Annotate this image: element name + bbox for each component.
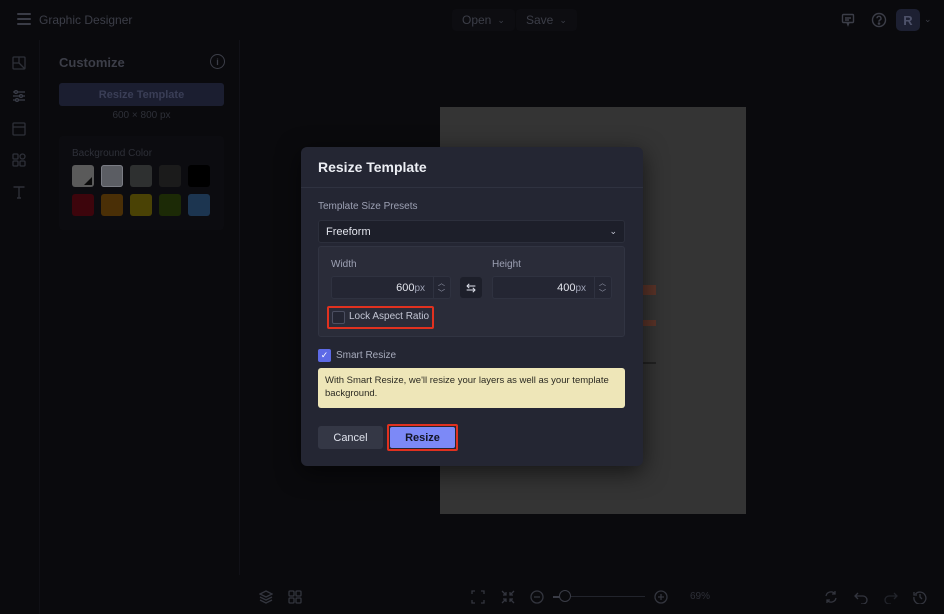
cancel-button[interactable]: Cancel — [318, 426, 383, 449]
undo-icon[interactable] — [853, 589, 869, 605]
comments-icon[interactable] — [839, 11, 857, 29]
grid-icon[interactable] — [287, 589, 303, 605]
user-avatar[interactable]: R — [896, 9, 920, 31]
sync-icon[interactable] — [823, 589, 839, 605]
history-icon[interactable] — [912, 589, 928, 605]
layout-icon[interactable] — [12, 122, 28, 138]
artwork-fragment — [643, 320, 656, 326]
width-unit: px — [414, 283, 425, 294]
top-bar: Graphic Designer Open ⌄ Save ⌄ R ⌄ — [0, 0, 944, 40]
preset-value: Freeform — [326, 226, 371, 238]
resize-button[interactable]: Resize — [390, 427, 455, 448]
app-title: Graphic Designer — [39, 13, 133, 27]
width-stepper[interactable]: ︿ ﹀ — [433, 277, 450, 298]
color-swatch-dark-gray[interactable] — [159, 165, 181, 187]
width-label: Width — [331, 259, 357, 270]
resize-template-dialog: Resize Template Template Size Presets Fr… — [301, 147, 643, 466]
text-icon[interactable] — [12, 185, 28, 201]
artwork-fragment — [643, 362, 656, 364]
panel-title: Customize — [59, 55, 125, 70]
app-root: Graphic Designer Open ⌄ Save ⌄ R ⌄ Custo… — [0, 0, 944, 614]
step-up-icon[interactable]: ︿ — [599, 278, 606, 288]
lock-aspect-ratio-checkbox[interactable] — [332, 311, 345, 324]
presets-label: Template Size Presets — [318, 201, 418, 212]
step-up-icon[interactable]: ︿ — [438, 278, 445, 288]
lock-aspect-ratio-highlight: Lock Aspect Ratio — [327, 306, 434, 329]
color-swatch-gray[interactable] — [130, 165, 152, 187]
resize-button-highlight: Resize — [387, 424, 458, 451]
step-down-icon[interactable]: ﹀ — [438, 288, 445, 298]
color-swatch-green[interactable] — [159, 194, 181, 216]
template-dimensions: 600 × 800 px — [112, 110, 171, 121]
size-fields-box: Width Height 600px ︿ ﹀ ⇆ 400px ︿ ﹀ Lock … — [318, 246, 625, 337]
hamburger-menu-icon[interactable] — [17, 13, 31, 25]
chevron-down-icon: ⌄ — [497, 14, 505, 25]
artwork-fragment — [643, 285, 656, 295]
zoom-out-icon[interactable] — [529, 589, 545, 605]
height-stepper[interactable]: ︿ ﹀ — [594, 277, 611, 298]
help-icon[interactable] — [870, 11, 888, 29]
info-icon[interactable]: i — [210, 54, 225, 69]
left-rail — [0, 40, 40, 614]
height-input[interactable]: 400px ︿ ﹀ — [492, 276, 612, 299]
smart-resize-label[interactable]: Smart Resize — [336, 350, 396, 361]
dialog-header: Resize Template — [301, 147, 643, 188]
smart-resize-note: With Smart Resize, we'll resize your lay… — [318, 368, 625, 408]
redo-icon[interactable] — [883, 589, 899, 605]
chevron-down-icon[interactable]: ⌄ — [924, 14, 932, 25]
open-menu-label: Open — [462, 13, 492, 27]
shrink-icon[interactable] — [500, 589, 516, 605]
smart-resize-checkbox[interactable]: ✓ — [318, 349, 331, 362]
chevron-down-icon: ⌄ — [559, 14, 567, 25]
chevron-down-icon: ⌄ — [609, 226, 617, 236]
templates-icon[interactable] — [12, 56, 28, 72]
save-menu-button[interactable]: Save ⌄ — [516, 9, 577, 31]
color-swatch-custom[interactable] — [72, 165, 94, 187]
color-swatch-black[interactable] — [188, 165, 210, 187]
height-unit: px — [575, 283, 586, 294]
resize-template-button[interactable]: Resize Template — [59, 83, 224, 106]
color-swatch-orange[interactable] — [101, 194, 123, 216]
swap-icon: ⇆ — [465, 280, 477, 295]
layers-icon[interactable] — [258, 589, 274, 605]
checkmark-icon: ✓ — [320, 350, 329, 360]
height-value: 400 — [557, 282, 576, 294]
width-value: 600 — [396, 282, 415, 294]
swatch-grid — [72, 165, 210, 216]
height-label: Height — [492, 259, 521, 270]
customize-sliders-icon[interactable] — [12, 89, 28, 105]
zoom-in-icon[interactable] — [653, 589, 669, 605]
lock-aspect-ratio-label[interactable]: Lock Aspect Ratio — [349, 311, 429, 322]
color-swatch-yellow[interactable] — [130, 194, 152, 216]
save-menu-label: Save — [526, 13, 554, 27]
background-color-card: Background Color — [59, 136, 224, 230]
color-swatch-red[interactable] — [72, 194, 94, 216]
dialog-title: Resize Template — [318, 159, 427, 175]
step-down-icon[interactable]: ﹀ — [599, 288, 606, 298]
background-color-label: Background Color — [72, 148, 153, 159]
width-input[interactable]: 600px ︿ ﹀ — [331, 276, 451, 299]
color-swatch-blue[interactable] — [188, 194, 210, 216]
customize-panel: Customize i Resize Template 600 × 800 px… — [41, 40, 240, 575]
color-swatch-light-gray[interactable] — [101, 165, 123, 187]
fit-screen-icon[interactable] — [470, 589, 486, 605]
elements-icon[interactable] — [12, 153, 28, 169]
zoom-percentage[interactable]: 69% — [690, 591, 710, 602]
swap-dimensions-button[interactable]: ⇆ — [460, 277, 482, 298]
open-menu-button[interactable]: Open ⌄ — [452, 9, 515, 31]
preset-select[interactable]: Freeform ⌄ — [318, 220, 625, 243]
